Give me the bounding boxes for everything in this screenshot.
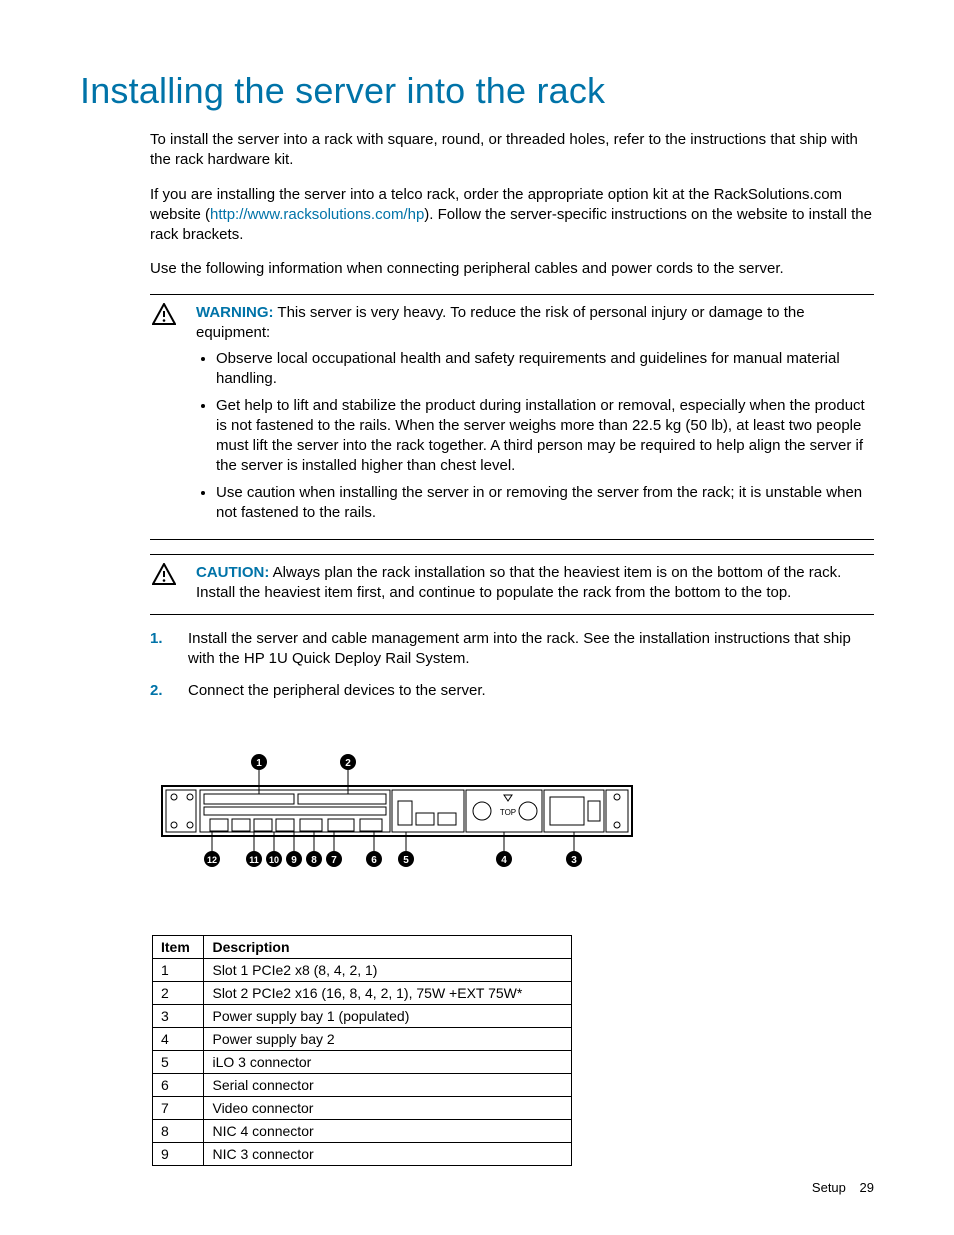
caution-callout: CAUTION: Always plan the rack installati… <box>150 554 874 615</box>
svg-text:5: 5 <box>403 855 409 866</box>
footer-section: Setup <box>812 1180 846 1195</box>
racksolutions-link[interactable]: http://www.racksolutions.com/hp <box>210 206 424 223</box>
warning-lead: This server is very heavy. To reduce the… <box>196 304 805 341</box>
table-header-item: Item <box>153 936 204 959</box>
caution-icon <box>150 563 178 589</box>
svg-text:6: 6 <box>371 855 377 866</box>
caution-label: CAUTION: <box>196 564 269 581</box>
svg-text:8: 8 <box>311 855 317 866</box>
caution-body: CAUTION: Always plan the rack installati… <box>196 563 874 604</box>
svg-text:7: 7 <box>331 855 337 866</box>
svg-text:3: 3 <box>571 855 577 866</box>
warning-icon <box>150 303 178 329</box>
table-row: 7Video connector <box>153 1097 572 1120</box>
table-row: 5iLO 3 connector <box>153 1051 572 1074</box>
table-row: 1Slot 1 PCIe2 x8 (8, 4, 2, 1) <box>153 959 572 982</box>
svg-text:9: 9 <box>291 855 297 866</box>
table-row: 2Slot 2 PCIe2 x16 (16, 8, 4, 2, 1), 75W … <box>153 982 572 1005</box>
warning-callout: WARNING: This server is very heavy. To r… <box>150 294 874 541</box>
intro-paragraph-2: If you are installing the server into a … <box>150 185 874 246</box>
intro-paragraph-3: Use the following information when conne… <box>150 259 874 279</box>
connector-table: Item Description 1Slot 1 PCIe2 x8 (8, 4,… <box>152 935 572 1166</box>
page-heading: Installing the server into the rack <box>80 70 874 112</box>
svg-text:1: 1 <box>256 758 262 769</box>
caution-text: Always plan the rack installation so tha… <box>196 564 841 601</box>
rear-panel-diagram: TOP 1 2 3 4 5 6 7 8 9 10 11 12 <box>152 751 642 885</box>
warning-label: WARNING: <box>196 304 274 321</box>
install-steps: Install the server and cable management … <box>150 629 874 702</box>
svg-text:TOP: TOP <box>500 808 516 817</box>
warning-body: WARNING: This server is very heavy. To r… <box>196 303 874 530</box>
page-footer: Setup 29 <box>812 1180 874 1195</box>
intro-paragraph-1: To install the server into a rack with s… <box>150 130 874 171</box>
svg-text:12: 12 <box>207 855 217 865</box>
footer-page-number: 29 <box>860 1180 874 1195</box>
warning-bullet: Get help to lift and stabilize the produ… <box>216 396 874 477</box>
table-row: 3Power supply bay 1 (populated) <box>153 1005 572 1028</box>
svg-text:2: 2 <box>345 758 351 769</box>
svg-text:4: 4 <box>501 855 507 866</box>
table-row: 9NIC 3 connector <box>153 1143 572 1166</box>
table-row: 8NIC 4 connector <box>153 1120 572 1143</box>
svg-text:10: 10 <box>269 855 279 865</box>
step-item: Connect the peripheral devices to the se… <box>150 681 874 701</box>
table-header-description: Description <box>204 936 572 959</box>
table-row: 6Serial connector <box>153 1074 572 1097</box>
step-item: Install the server and cable management … <box>150 629 874 670</box>
warning-bullet: Observe local occupational health and sa… <box>216 349 874 390</box>
svg-text:11: 11 <box>249 855 259 865</box>
table-row: 4Power supply bay 2 <box>153 1028 572 1051</box>
warning-bullet: Use caution when installing the server i… <box>216 483 874 524</box>
